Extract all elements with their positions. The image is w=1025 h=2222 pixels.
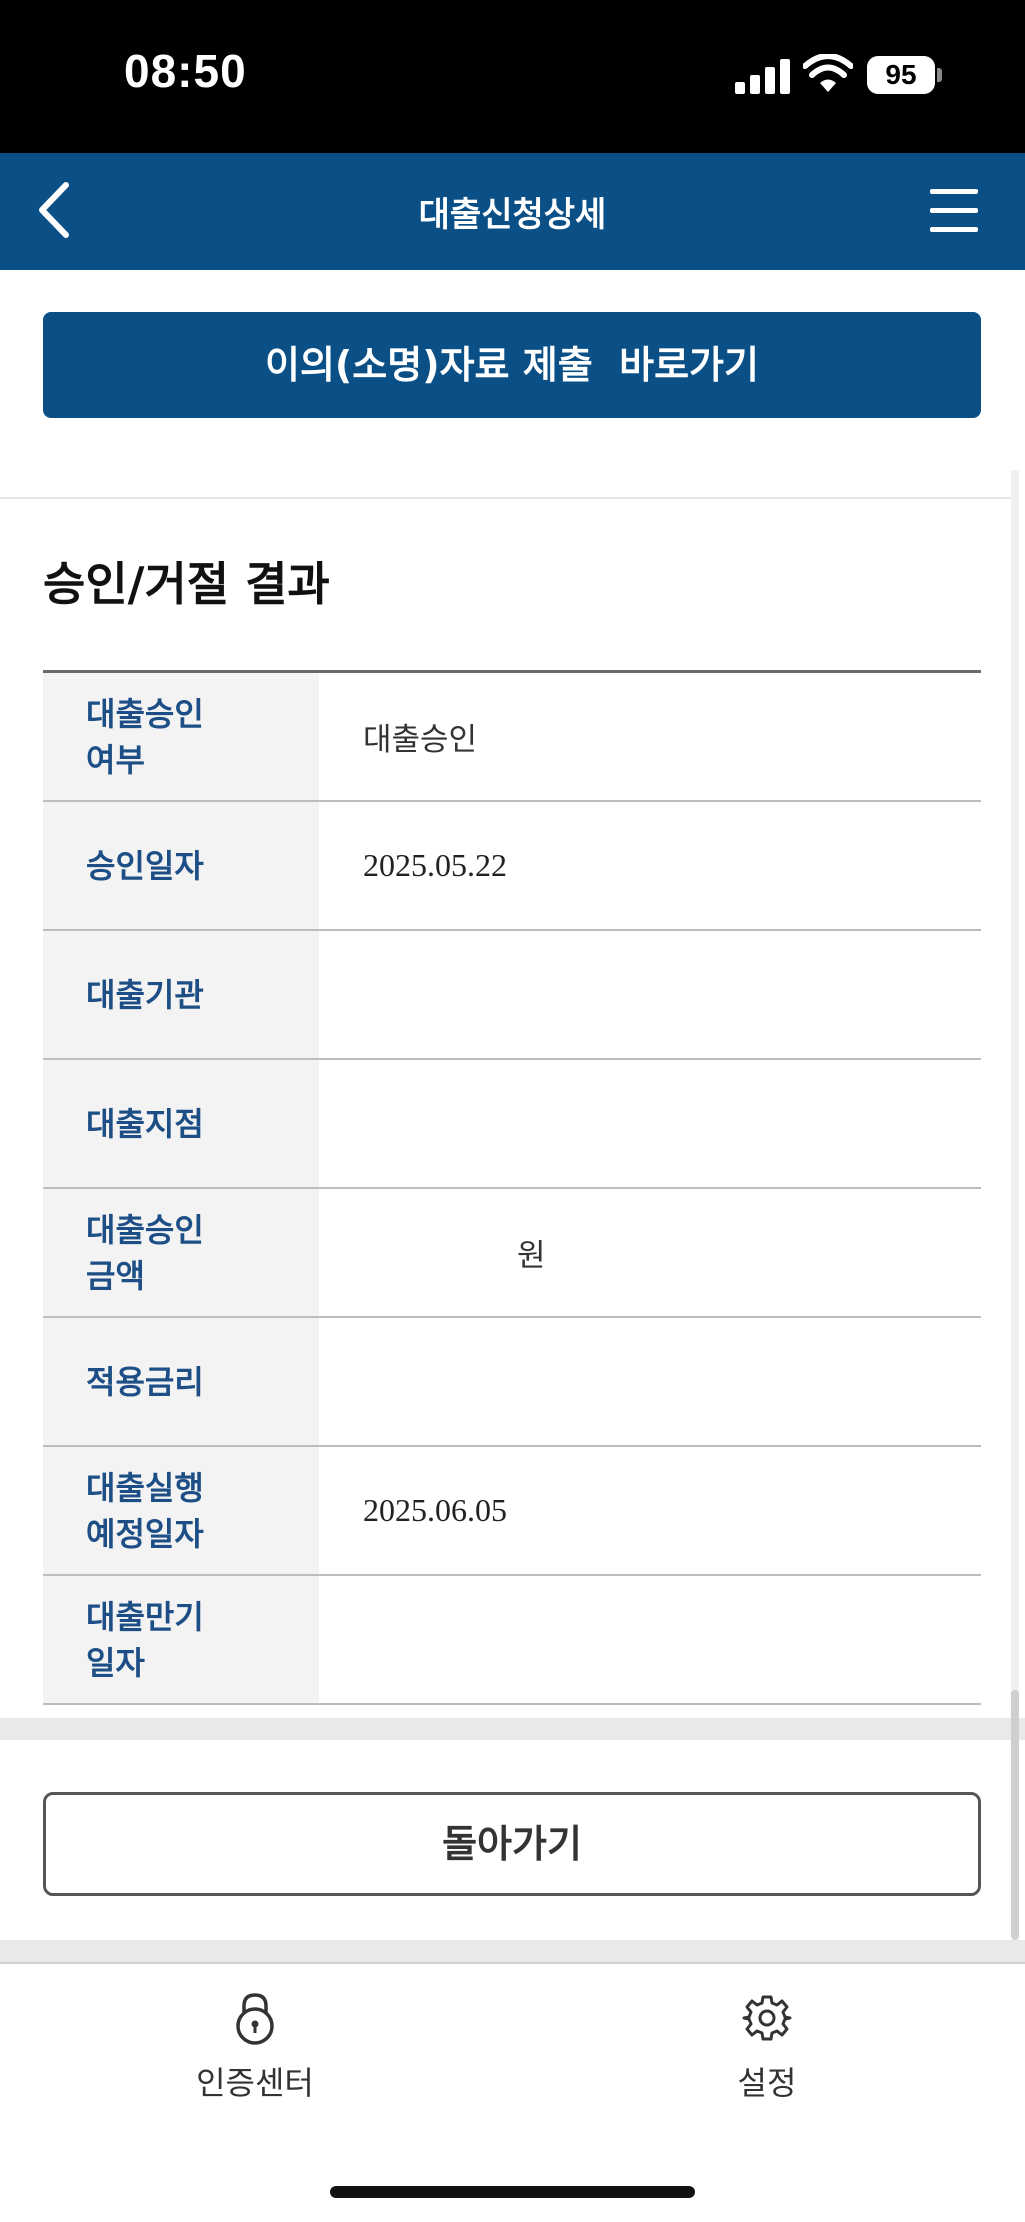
- table-row-branch: 대출지점: [43, 1060, 981, 1189]
- tab-settings[interactable]: 설정: [667, 1990, 867, 2104]
- divider: [0, 497, 1014, 499]
- row-value: 2025.06.05: [363, 1492, 507, 1528]
- row-label: 대출승인 금액: [43, 1189, 319, 1316]
- row-label: 대출실행 예정일자: [43, 1447, 319, 1574]
- table-row-approved-amount: 대출승인 금액 원: [43, 1189, 981, 1318]
- gear-icon: [742, 1995, 792, 2041]
- scroll-track: [1011, 470, 1019, 1720]
- table-row-lender: 대출기관: [43, 931, 981, 1060]
- tab-label: 설정: [737, 2064, 797, 2102]
- row-value: 2025.05.22: [363, 847, 507, 883]
- row-label: 대출지점: [43, 1060, 319, 1187]
- battery-nub: [937, 68, 942, 82]
- tab-label: 인증센터: [196, 2064, 314, 2102]
- wifi-icon: [803, 54, 853, 92]
- table-row-approval-date: 승인일자 2025.05.22: [43, 802, 981, 931]
- status-bar: 08:50 95: [0, 0, 1025, 153]
- table-row-execution-date: 대출실행 예정일자 2025.06.05: [43, 1447, 981, 1576]
- go-back-button[interactable]: 돌아가기: [43, 1792, 981, 1896]
- header-bar: 대출신청상세: [0, 153, 1025, 270]
- lock-icon: [236, 1993, 274, 2045]
- submit-objection-button[interactable]: 이의(소명)자료 제출 바로가기: [43, 312, 981, 418]
- scrollbar-thumb[interactable]: [1011, 1690, 1019, 1940]
- row-value: 대출승인: [363, 722, 478, 758]
- home-indicator: [330, 2186, 695, 2198]
- page-title: 대출신청상세: [418, 195, 607, 235]
- tabbar-border: [0, 1962, 1025, 1964]
- section-divider: [0, 1718, 1025, 1740]
- row-label: 대출만기 일자: [43, 1576, 319, 1703]
- cellular-signal-icon: [735, 58, 793, 94]
- row-label: 적용금리: [43, 1318, 319, 1445]
- table-row-maturity-date: 대출만기 일자: [43, 1576, 981, 1705]
- row-value: 원: [517, 1238, 546, 1274]
- row-label: 대출승인 여부: [43, 673, 319, 800]
- tab-auth-center[interactable]: 인증센터: [155, 1990, 355, 2104]
- section-divider: [0, 1940, 1025, 1962]
- row-label: 대출기관: [43, 931, 319, 1058]
- hamburger-menu-icon[interactable]: [930, 189, 978, 233]
- row-label: 승인일자: [43, 802, 319, 929]
- battery-indicator: 95: [867, 56, 935, 94]
- status-time: 08:50: [124, 45, 247, 97]
- section-title: 승인/거절 결과: [43, 557, 330, 611]
- approval-result-table: 대출승인 여부 대출승인 승인일자 2025.05.22 대출기관 대출지점 대…: [43, 670, 981, 1705]
- table-row-interest-rate: 적용금리: [43, 1318, 981, 1447]
- table-row-approval-status: 대출승인 여부 대출승인: [43, 673, 981, 802]
